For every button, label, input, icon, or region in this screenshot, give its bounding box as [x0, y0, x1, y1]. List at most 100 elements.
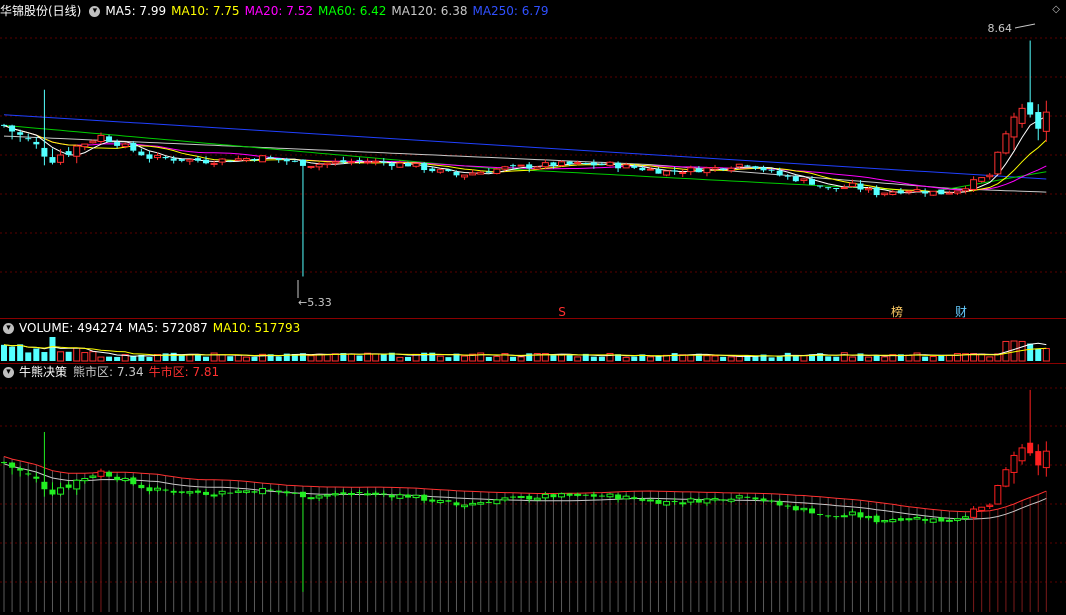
- candle-body: [340, 160, 347, 163]
- candle-body: [938, 189, 945, 195]
- volume-bar: [275, 356, 282, 361]
- signal-candle: [590, 494, 597, 497]
- signal-panel[interactable]: ▾ 牛熊决策 熊市区: 7.34 牛市区: 7.81: [0, 364, 1066, 615]
- signal-candle: [558, 493, 566, 498]
- candle-body: [356, 159, 363, 161]
- signal-candle: [429, 499, 436, 502]
- candle-body: [203, 159, 209, 164]
- candle-body: [953, 190, 961, 194]
- signal-candle: [873, 515, 880, 523]
- candle-body: [735, 163, 743, 168]
- price-panel[interactable]: 8.64 ←5.33 S 榜 财 华锦股份(日线) ▾ MA5: 7.99 MA10: 7.7…: [0, 0, 1066, 318]
- volume-bar: [526, 353, 533, 361]
- volume-bar: [1, 344, 7, 361]
- volume-bar: [97, 356, 105, 362]
- volume-bar: [703, 355, 711, 362]
- candle-body: [121, 143, 129, 147]
- low-label: ←5.33: [298, 296, 332, 309]
- volume-bar: [873, 355, 880, 361]
- signal-candle: [615, 494, 622, 500]
- candle-body: [49, 157, 56, 163]
- signal-candle: [356, 492, 363, 494]
- candlestick-chart[interactable]: 8.64 ←5.33 S 榜 财: [0, 0, 1066, 318]
- candle-body: [41, 147, 48, 157]
- indicator-label: MA120: 6.38: [391, 4, 468, 18]
- volume-bar: [347, 353, 355, 362]
- signal-candle: [364, 493, 372, 496]
- candle-body: [445, 169, 452, 172]
- candle-body: [622, 164, 630, 169]
- chevron-down-icon[interactable]: ▾: [89, 5, 101, 17]
- volume-bar: [477, 352, 485, 362]
- signal-candle: [889, 519, 897, 523]
- volume-bar: [372, 353, 380, 362]
- candle-body: [291, 160, 298, 162]
- signal-candle: [97, 470, 105, 477]
- candle-body: [598, 164, 605, 166]
- signal-candle: [106, 471, 113, 477]
- signal-candle: [574, 493, 582, 496]
- indicator-label: 牛市区: 7.81: [148, 365, 220, 379]
- candle-body: [259, 155, 267, 163]
- candle-body: [671, 170, 678, 172]
- candle-body: [994, 151, 1002, 175]
- candle-body: [242, 157, 250, 161]
- signal-candle: [227, 492, 234, 494]
- candle-body: [1, 124, 7, 126]
- chevron-down-icon[interactable]: ▾: [3, 322, 14, 334]
- candle-body: [752, 166, 759, 169]
- candle-body: [695, 168, 702, 173]
- chevron-down-icon[interactable]: ▾: [3, 366, 14, 378]
- volume-bar: [598, 356, 605, 361]
- signal-candle: [945, 519, 953, 522]
- volume-bar: [735, 356, 743, 362]
- volume-bar: [81, 352, 89, 362]
- signal-candle: [986, 504, 994, 507]
- signal-candle: [347, 493, 355, 496]
- candle-body: [146, 154, 153, 159]
- candle-body: [154, 154, 162, 159]
- signal-candle: [848, 511, 856, 516]
- candle-body: [493, 168, 501, 174]
- candle-body: [1042, 111, 1050, 132]
- candle-body: [744, 165, 751, 167]
- volume-bar: [646, 356, 654, 362]
- signal-candle: [259, 487, 267, 495]
- candle-body: [865, 188, 873, 191]
- signal-candle: [477, 502, 485, 505]
- indicator-label: MA5: 7.99: [105, 4, 167, 18]
- candle-body: [727, 167, 735, 172]
- indicator-label: MA10: 517793: [212, 321, 301, 335]
- volume-bar: [1027, 343, 1034, 361]
- candle-body: [922, 191, 929, 194]
- candle-body: [25, 138, 32, 140]
- candle-body: [33, 141, 40, 145]
- candle-body: [1018, 107, 1026, 124]
- volume-bar: [833, 356, 840, 361]
- candle-body: [178, 159, 185, 161]
- signal-candle: [526, 495, 533, 500]
- candle-body: [380, 161, 387, 163]
- volume-bar: [218, 354, 226, 362]
- signal-candle: [469, 502, 477, 506]
- signal-candle: [897, 518, 904, 521]
- volume-bar: [905, 354, 913, 362]
- candle-body: [720, 168, 727, 170]
- signal-candle: [727, 498, 735, 502]
- volume-bar: [1042, 348, 1050, 362]
- signal-candle: [970, 508, 978, 518]
- candle-body: [897, 190, 904, 194]
- diamond-icon[interactable]: ◇: [1052, 4, 1060, 15]
- bull-bear-chart[interactable]: [0, 364, 1066, 615]
- volume-bar: [461, 355, 469, 362]
- signal-candle: [760, 498, 767, 501]
- volume-bar: [711, 355, 719, 362]
- candle-body: [962, 188, 970, 192]
- signal-candle: [962, 516, 970, 519]
- volume-panel[interactable]: ▾ VOLUME: 494274 MA5: 572087 MA10: 517793: [0, 319, 1066, 363]
- candle-body: [388, 163, 395, 167]
- signal-candle: [929, 518, 937, 523]
- candle-body: [905, 190, 913, 193]
- candle-body: [929, 190, 937, 196]
- indicator-label: VOLUME: 494274: [19, 321, 123, 335]
